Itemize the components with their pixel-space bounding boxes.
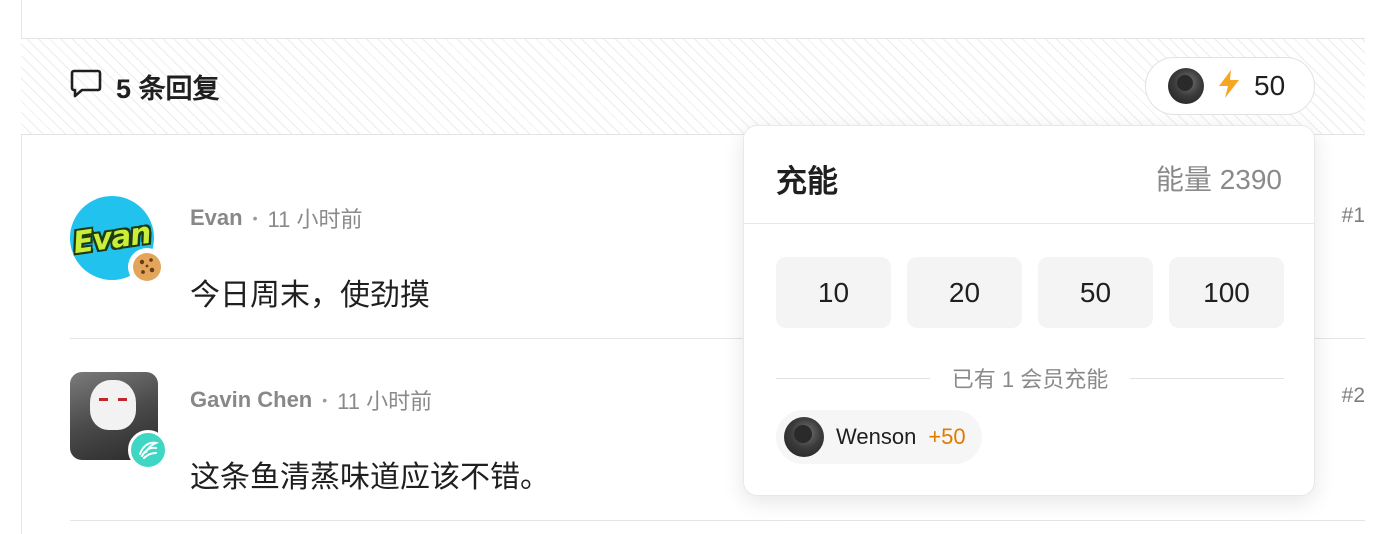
separator-dot: • [322,392,328,408]
charge-popover: 充能 能量 2390 10 20 50 100 已有 1 会员充能 Wenson… [743,125,1315,496]
avatar[interactable]: Evan [70,196,166,286]
cookie-icon [128,248,166,286]
comment-body: 这条鱼清蒸味道应该不错。 [190,461,550,494]
member-name: Wenson [836,424,917,449]
comment-divider [70,520,1365,521]
reply-count: 5 条回复 [70,66,220,106]
mask-image [90,380,136,430]
reply-count-label: 5 条回复 [116,73,220,104]
wing-icon [128,430,168,470]
comment-time: 11 小时前 [337,389,433,414]
comment-meta: Evan • 11 小时前 [190,202,362,234]
comment-author[interactable]: Gavin Chen [190,387,312,413]
floor-number[interactable]: #1 [1342,204,1365,228]
speech-bubble-icon [70,68,102,105]
amount-options: 10 20 50 100 [776,257,1284,328]
comment-author[interactable]: Evan [190,205,243,231]
comment-meta: Gavin Chen • 11 小时前 [190,384,432,416]
amount-button-20[interactable]: 20 [907,257,1022,328]
charger-avatar [1168,68,1204,104]
amount-button-50[interactable]: 50 [1038,257,1153,328]
rule-right [1130,377,1284,379]
charge-button[interactable]: 50 [1145,57,1315,115]
members-label: 已有 1 会员充能 [951,367,1109,392]
amount-button-100[interactable]: 100 [1169,257,1284,328]
comment-body: 今日周末，使劲摸 [190,279,430,312]
member-amount: +50 [928,424,966,449]
popover-divider [744,223,1314,224]
popover-title: 充能 [776,164,838,199]
member-chip[interactable]: Wenson +50 [776,410,982,464]
floor-number[interactable]: #2 [1342,384,1365,408]
comment-time: 11 小时前 [267,207,363,232]
amount-button-10[interactable]: 10 [776,257,891,328]
member-avatar [784,417,824,457]
members-summary: 已有 1 会员充能 [776,362,1284,394]
charge-count: 50 [1254,70,1286,101]
energy-balance: 能量 2390 [1155,164,1282,195]
separator-dot: • [252,210,258,226]
lightning-bolt-icon [1216,69,1242,104]
rule-left [776,377,930,379]
